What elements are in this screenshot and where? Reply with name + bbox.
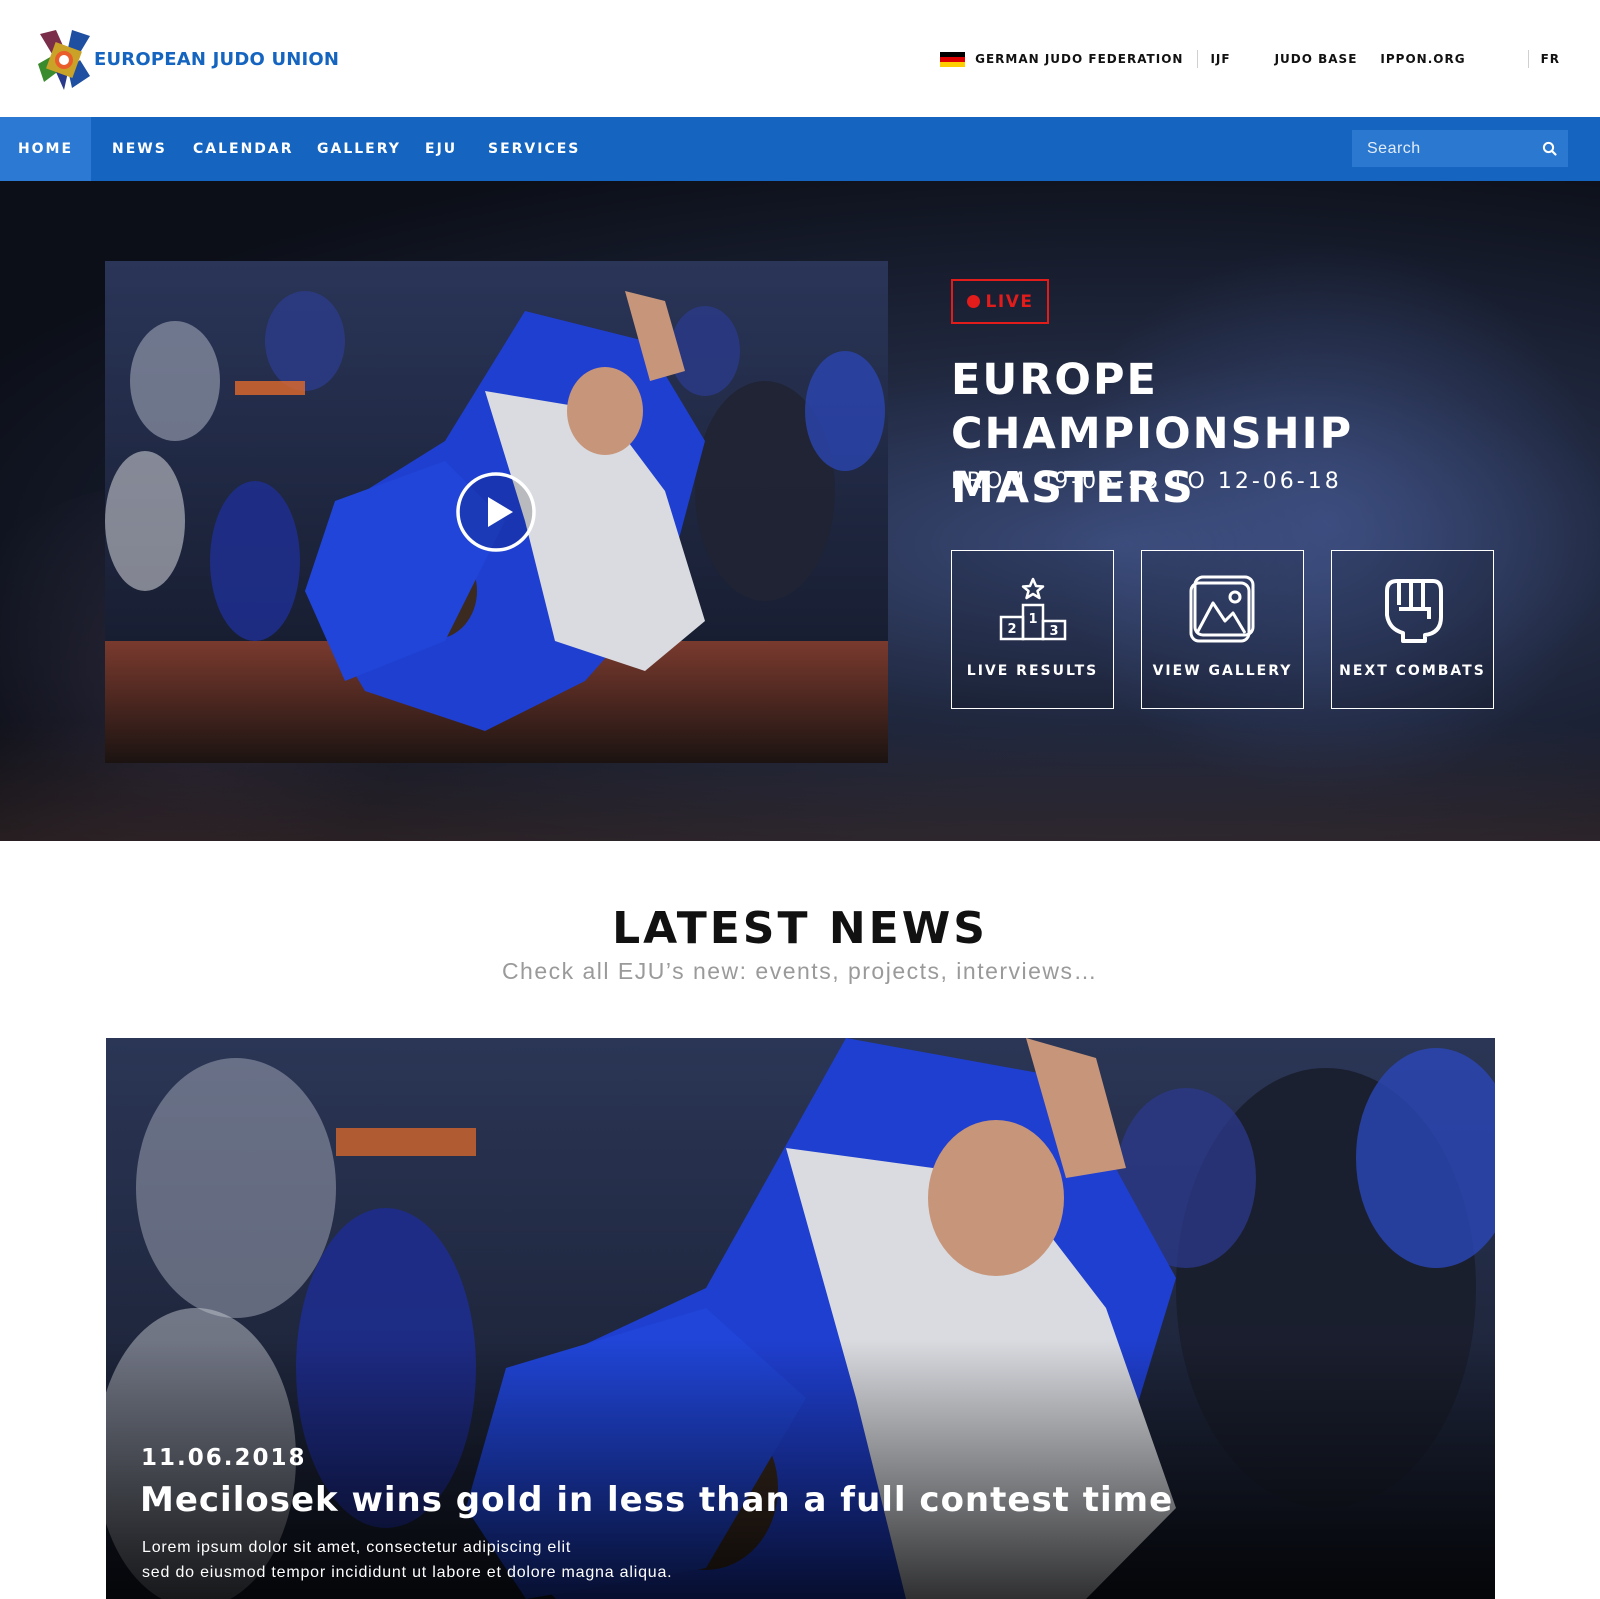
logo[interactable]: EUROPEAN JUDO UNION <box>34 26 339 92</box>
hero-background <box>1050 241 1600 801</box>
news-excerpt-line2: sed do eiusmod tempor incididunt ut labo… <box>142 1564 673 1581</box>
gallery-icon <box>1189 575 1254 643</box>
main-nav: HOME NEWS CALENDAR GALLERY EJU SERVICES <box>0 117 1600 181</box>
news-date: 11.06.2018 <box>141 1445 307 1471</box>
svg-text:3: 3 <box>1049 624 1058 639</box>
nav-news[interactable]: NEWS <box>112 117 167 181</box>
nav-eju[interactable]: EJU <box>425 117 457 181</box>
nav-home[interactable]: HOME <box>0 117 91 181</box>
link-judo-base[interactable]: JUDO BASE <box>1275 52 1358 66</box>
view-gallery-button[interactable]: VIEW GALLERY <box>1141 550 1304 709</box>
fist-icon <box>1384 579 1443 643</box>
view-gallery-label: VIEW GALLERY <box>1152 663 1293 679</box>
svg-text:2: 2 <box>1007 622 1016 637</box>
featured-news-card[interactable]: 11.06.2018 Mecilosek wins gold in less t… <box>106 1038 1495 1599</box>
eju-logo-icon <box>38 30 90 90</box>
search-icon[interactable] <box>1540 139 1560 159</box>
live-label: LIVE <box>985 291 1034 312</box>
hero-section: LIVE EUROPE CHAMPIONSHIP MASTERS FROM 09… <box>0 181 1600 841</box>
partner-links: GERMAN JUDO FEDERATION IJF JUDO BASE IPP… <box>940 48 1600 70</box>
link-german-judo-federation[interactable]: GERMAN JUDO FEDERATION <box>975 52 1183 66</box>
top-bar: EUROPEAN JUDO UNION GERMAN JUDO FEDERATI… <box>0 0 1600 117</box>
nav-calendar[interactable]: CALENDAR <box>193 117 294 181</box>
svg-text:1: 1 <box>1028 612 1037 627</box>
news-excerpt: Lorem ipsum dolor sit amet, consectetur … <box>142 1535 672 1585</box>
play-icon[interactable] <box>455 471 537 553</box>
link-ijf[interactable]: IJF <box>1210 52 1230 66</box>
link-ippon-org[interactable]: IPPON.ORG <box>1380 52 1465 66</box>
german-flag-icon <box>940 51 966 67</box>
live-dot-icon <box>966 295 980 308</box>
podium-icon: 1 2 3 <box>999 577 1066 641</box>
next-combats-button[interactable]: NEXT COMBATS <box>1331 550 1494 709</box>
next-combats-label: NEXT COMBATS <box>1339 663 1486 679</box>
news-heading: LATEST NEWS <box>612 903 988 954</box>
event-dates: FROM 09-06-18 TO 12-06-18 <box>951 469 1342 494</box>
video-player[interactable] <box>105 261 888 763</box>
news-title[interactable]: Mecilosek wins gold in less than a full … <box>140 1480 1173 1520</box>
nav-services[interactable]: SERVICES <box>488 117 580 181</box>
live-results-button[interactable]: 1 2 3 LIVE RESULTS <box>951 550 1114 709</box>
nav-gallery[interactable]: GALLERY <box>317 117 401 181</box>
news-subheading: Check all EJU’s new: events, projects, i… <box>501 958 1099 984</box>
divider <box>1197 50 1199 68</box>
live-results-label: LIVE RESULTS <box>966 663 1099 679</box>
divider <box>1527 50 1529 68</box>
language-switch[interactable]: FR <box>1541 52 1560 66</box>
search-input[interactable] <box>1352 130 1532 167</box>
live-badge: LIVE <box>951 279 1049 324</box>
search-box <box>1352 130 1568 167</box>
news-excerpt-line1: Lorem ipsum dolor sit amet, consectetur … <box>142 1539 572 1556</box>
brand-name: EUROPEAN JUDO UNION <box>94 48 340 70</box>
event-title-line1: EUROPE CHAMPIONSHIP <box>951 355 1354 459</box>
